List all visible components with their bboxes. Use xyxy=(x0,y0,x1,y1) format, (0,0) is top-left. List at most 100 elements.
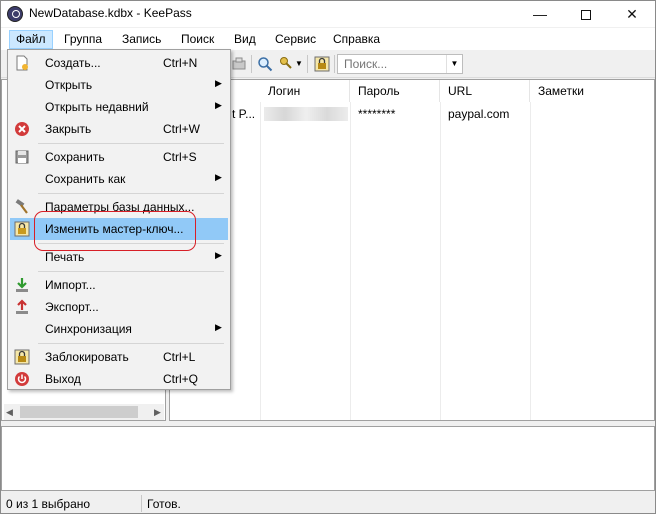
menu-item-save[interactable]: Сохранить Ctrl+S xyxy=(10,146,228,168)
menu-separator xyxy=(38,271,224,272)
menu-item-export[interactable]: Экспорт... xyxy=(10,296,228,318)
column-header-url[interactable]: URL xyxy=(440,80,530,102)
title-bar: NewDatabase.kdbx - KeePass — ✕ xyxy=(1,1,655,27)
keepass-window: NewDatabase.kdbx - KeePass — ✕ Файл Груп… xyxy=(0,0,656,514)
menu-separator xyxy=(38,193,224,194)
column-header-password[interactable]: Пароль xyxy=(350,80,440,102)
column-header-notes[interactable]: Заметки xyxy=(530,80,654,102)
column-header-login[interactable]: Логин xyxy=(260,80,350,102)
toolbar-separator xyxy=(307,55,308,73)
scrollbar-thumb[interactable] xyxy=(20,406,138,418)
menu-item-label: Параметры базы данных... xyxy=(45,200,195,214)
selection-status: 0 из 1 выбрано xyxy=(6,497,91,511)
import-arrow-icon xyxy=(16,278,28,292)
file-menu-dropdown: Создать... Ctrl+N Открыть ▶ Открыть неда… xyxy=(7,49,231,390)
menu-item-import[interactable]: Импорт... xyxy=(10,274,228,296)
chevron-down-icon[interactable]: ▼ xyxy=(295,59,303,68)
scroll-right-icon[interactable]: ▶ xyxy=(154,407,161,418)
column-divider xyxy=(530,102,531,420)
menu-item-label: Печать xyxy=(45,250,85,264)
close-button[interactable]: ✕ xyxy=(609,1,655,27)
menu-bar: Файл Группа Запись Поиск Вид Сервис Спра… xyxy=(1,28,655,50)
menu-item-label: Открыть недавний xyxy=(45,100,149,114)
scroll-left-icon[interactable]: ◀ xyxy=(6,407,13,418)
menu-item-close[interactable]: Закрыть Ctrl+W xyxy=(10,118,228,140)
menu-item-label: Сохранить xyxy=(45,150,105,164)
menu-item-label: Сохранить как xyxy=(45,172,126,186)
export-arrow-icon xyxy=(16,299,28,314)
menu-item-lock[interactable]: Заблокировать Ctrl+L xyxy=(10,346,228,368)
master-key-icon xyxy=(14,221,30,237)
minimize-button[interactable]: — xyxy=(517,1,563,27)
close-red-icon xyxy=(15,122,29,136)
menu-item-shortcut: Ctrl+S xyxy=(163,150,197,164)
entry-password-cell: ******** xyxy=(358,107,396,121)
find-icon[interactable] xyxy=(257,56,273,72)
menu-view[interactable]: Вид xyxy=(228,30,262,49)
menu-separator xyxy=(38,243,224,244)
menu-group[interactable]: Группа xyxy=(58,30,108,49)
copy-icon[interactable] xyxy=(231,56,247,72)
window-title: NewDatabase.kdbx - KeePass xyxy=(29,6,192,20)
submenu-arrow-icon: ▶ xyxy=(215,78,222,88)
menu-item-synchronize[interactable]: Синхронизация ▶ xyxy=(10,318,228,340)
menu-item-database-settings[interactable]: Параметры базы данных... xyxy=(10,196,228,218)
menu-tools[interactable]: Сервис xyxy=(269,30,322,49)
column-divider xyxy=(440,102,441,420)
menu-item-change-master-key[interactable]: Изменить мастер-ключ... xyxy=(10,218,228,240)
menu-item-open-recent[interactable]: Открыть недавний ▶ xyxy=(10,96,228,118)
menu-item-label: Выход xyxy=(45,372,81,386)
maximize-icon xyxy=(581,10,591,21)
search-input[interactable] xyxy=(344,57,440,71)
menu-item-label: Открыть xyxy=(45,78,93,92)
search-dropdown-button[interactable]: ▼ xyxy=(446,55,462,73)
menu-item-shortcut: Ctrl+N xyxy=(163,56,198,70)
menu-item-exit[interactable]: Выход Ctrl+Q xyxy=(10,368,228,390)
menu-entry[interactable]: Запись xyxy=(116,30,167,49)
column-divider xyxy=(260,102,261,420)
menu-item-label: Создать... xyxy=(45,56,101,70)
status-bar: 0 из 1 выбрано Готов. xyxy=(1,493,655,513)
menu-item-shortcut: Ctrl+Q xyxy=(163,372,199,386)
menu-help[interactable]: Справка xyxy=(327,30,386,49)
column-divider xyxy=(350,102,351,420)
menu-find[interactable]: Поиск xyxy=(175,30,220,49)
menu-item-label: Закрыть xyxy=(45,122,92,136)
menu-item-open[interactable]: Открыть ▶ xyxy=(10,74,228,96)
menu-item-label: Экспорт... xyxy=(45,300,99,314)
entry-list[interactable]: Логин Пароль URL Заметки t P... ********… xyxy=(169,79,655,421)
ready-status: Готов. xyxy=(147,497,181,511)
toolbar-separator xyxy=(334,55,335,73)
search-box[interactable]: ▼ xyxy=(337,54,463,74)
hammer-icon xyxy=(15,199,28,214)
menu-file[interactable]: Файл xyxy=(9,30,53,49)
lock-icon xyxy=(14,349,30,365)
maximize-button[interactable] xyxy=(563,1,609,27)
entry-url-cell: paypal.com xyxy=(448,107,510,121)
submenu-arrow-icon: ▶ xyxy=(215,250,222,260)
entry-details-panel xyxy=(1,426,655,491)
menu-item-save-as[interactable]: Сохранить как ▶ xyxy=(10,168,228,190)
submenu-arrow-icon: ▶ xyxy=(215,322,222,332)
power-exit-icon xyxy=(15,372,29,386)
keepass-app-icon xyxy=(7,6,23,22)
toolbar-separator xyxy=(251,55,252,73)
entry-login-cell-obscured xyxy=(264,107,348,121)
menu-item-shortcut: Ctrl+L xyxy=(163,350,196,364)
submenu-arrow-icon: ▶ xyxy=(215,100,222,110)
submenu-arrow-icon: ▶ xyxy=(215,172,222,182)
menu-item-label: Импорт... xyxy=(45,278,96,292)
save-disk-icon xyxy=(15,150,29,164)
menu-item-label: Заблокировать xyxy=(45,350,129,364)
new-database-icon xyxy=(16,55,28,71)
lock-workspace-icon[interactable] xyxy=(314,56,330,72)
menu-item-label: Изменить мастер-ключ... xyxy=(45,222,184,236)
menu-item-new[interactable]: Создать... Ctrl+N xyxy=(10,52,228,74)
horizontal-scrollbar[interactable]: ◀ ▶ xyxy=(4,404,164,420)
key-dropdown-icon[interactable] xyxy=(279,56,295,72)
menu-separator xyxy=(38,143,224,144)
menu-item-shortcut: Ctrl+W xyxy=(163,122,200,136)
status-separator xyxy=(141,495,142,512)
menu-item-print[interactable]: Печать ▶ xyxy=(10,246,228,268)
menu-separator xyxy=(38,343,224,344)
